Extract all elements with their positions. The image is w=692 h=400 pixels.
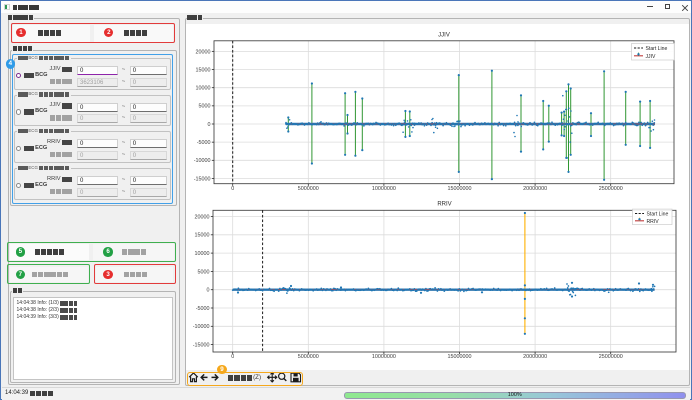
svg-text:10000: 10000 <box>196 86 211 92</box>
svg-text:5000: 5000 <box>198 269 210 275</box>
svg-text:20000: 20000 <box>195 214 210 220</box>
svg-text:5000000: 5000000 <box>298 354 319 360</box>
svg-text:-15000: -15000 <box>193 343 210 349</box>
svg-text:-5000: -5000 <box>196 306 210 312</box>
svg-text:RRIV: RRIV <box>437 202 451 208</box>
svg-text:10000000: 10000000 <box>372 354 396 360</box>
svg-text:-15000: -15000 <box>194 176 211 182</box>
svg-text:25000000: 25000000 <box>599 354 623 360</box>
svg-text:15000: 15000 <box>195 233 210 239</box>
svg-text:0: 0 <box>208 122 211 128</box>
svg-text:15000: 15000 <box>196 67 211 73</box>
svg-text:20000: 20000 <box>196 49 211 55</box>
svg-text:10000: 10000 <box>195 251 210 257</box>
svg-text:-10000: -10000 <box>193 324 210 330</box>
svg-text:0: 0 <box>231 186 234 192</box>
svg-text:0: 0 <box>207 288 210 294</box>
svg-text:15000000: 15000000 <box>448 354 472 360</box>
svg-text:JJIV: JJIV <box>646 54 657 60</box>
svg-text:-5000: -5000 <box>197 140 211 146</box>
svg-text:5000: 5000 <box>199 104 211 110</box>
svg-text:10000000: 10000000 <box>372 186 396 192</box>
svg-text:RRIV: RRIV <box>647 219 660 225</box>
svg-text:Start Line: Start Line <box>647 212 669 218</box>
svg-text:JJIV: JJIV <box>438 33 450 39</box>
svg-text:20000000: 20000000 <box>523 186 547 192</box>
svg-text:Start Line: Start Line <box>646 46 668 52</box>
svg-text:20000000: 20000000 <box>523 354 547 360</box>
svg-text:15000000: 15000000 <box>448 186 472 192</box>
svg-text:-10000: -10000 <box>194 158 211 164</box>
svg-text:5000000: 5000000 <box>298 186 319 192</box>
svg-text:25000000: 25000000 <box>599 186 623 192</box>
svg-text:0: 0 <box>231 354 234 360</box>
